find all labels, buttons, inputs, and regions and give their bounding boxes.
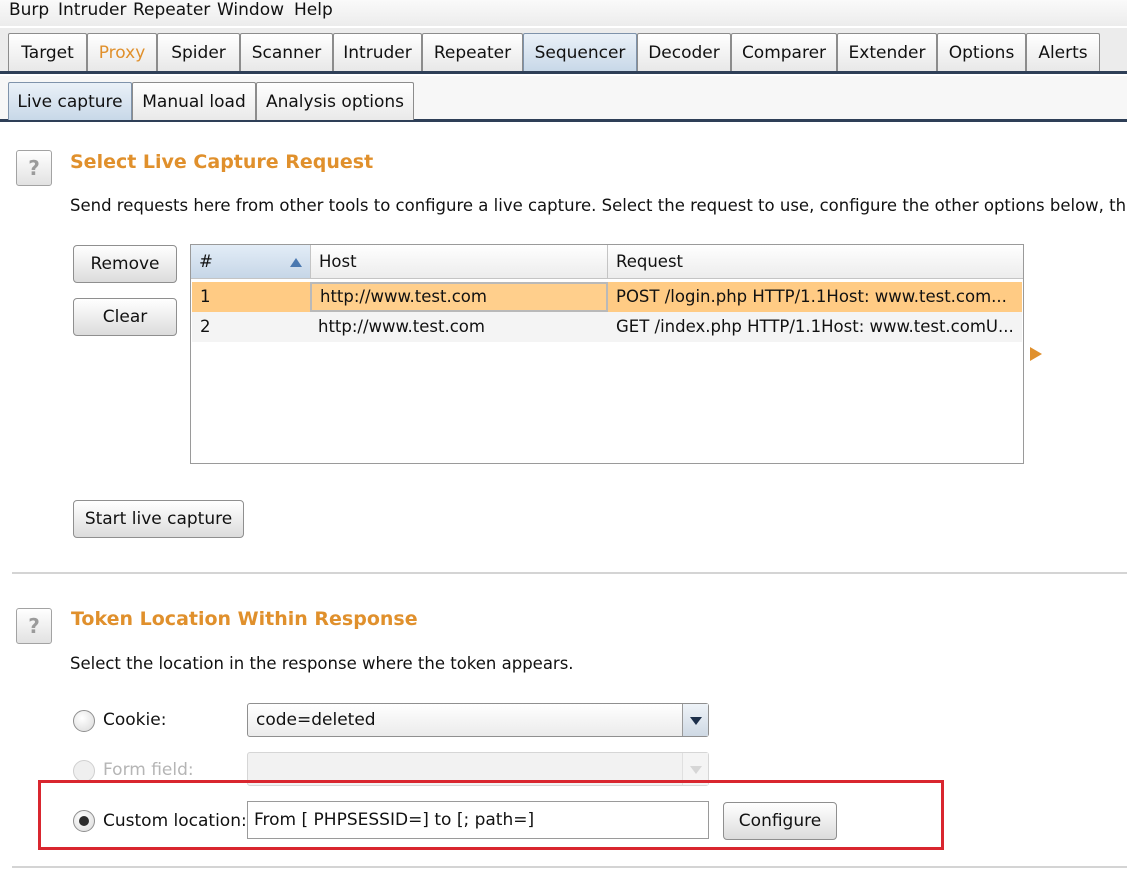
cookie-select[interactable]: code=deleted [247,703,709,737]
help-icon[interactable]: ? [16,150,52,186]
remove-button[interactable]: Remove [73,245,177,283]
cookie-label: Cookie: [103,710,167,730]
capture-section-title: Select Live Capture Request [70,151,374,173]
row-number: 1 [200,287,211,306]
clear-button[interactable]: Clear [73,298,177,336]
subtab-manual-load[interactable]: Manual load [132,82,256,120]
tab-comparer[interactable]: Comparer [731,33,837,71]
row-number: 2 [200,317,211,336]
row-request: POST /login.php HTTP/1.1Host: www.test.c… [616,287,1007,306]
section-divider [12,866,1127,868]
tab-scanner[interactable]: Scanner [240,33,333,71]
sub-tab-bar: Live capture Manual load Analysis option… [0,76,1127,122]
tab-decoder[interactable]: Decoder [637,33,731,71]
tab-repeater[interactable]: Repeater [422,33,523,71]
capture-description: Send requests here from other tools to c… [70,196,1127,215]
table-row[interactable]: 2 http://www.test.com GET /index.php HTT… [192,312,1022,342]
cookie-select-value: code=deleted [256,710,376,730]
menu-repeater[interactable]: Repeater [133,0,210,22]
menu-intruder[interactable]: Intruder [58,0,126,22]
menu-bar: Burp Intruder Repeater Window Help [0,0,1127,26]
tab-target[interactable]: Target [8,33,87,71]
main-tab-bar: Target Proxy Spider Scanner Intruder Rep… [0,28,1127,74]
custom-location-label: Custom location: [103,811,247,831]
subtab-live-capture[interactable]: Live capture [8,82,132,120]
expand-arrow-icon[interactable] [1030,347,1042,361]
column-header-number[interactable]: # [191,245,311,279]
menu-window[interactable]: Window [217,0,284,22]
tab-extender[interactable]: Extender [837,33,937,71]
menu-help[interactable]: Help [294,0,333,22]
custom-location-radio[interactable] [73,810,95,832]
tab-proxy[interactable]: Proxy [87,33,157,71]
table-row[interactable]: 1 http://www.test.com POST /login.php HT… [192,282,1022,312]
help-icon[interactable]: ? [16,608,52,644]
row-request: GET /index.php HTTP/1.1Host: www.test.co… [616,317,1014,336]
tab-alerts[interactable]: Alerts [1026,33,1100,71]
row-host: http://www.test.com [310,282,608,312]
column-header-host[interactable]: Host [311,245,608,279]
tab-intruder[interactable]: Intruder [333,33,422,71]
start-live-capture-button[interactable]: Start live capture [73,500,244,538]
custom-location-field[interactable]: From [ PHPSESSID=] to [; path=] [247,801,709,839]
token-section-title: Token Location Within Response [71,608,418,630]
configure-button[interactable]: Configure [723,802,837,840]
sort-ascending-icon [290,258,302,267]
token-description: Select the location in the response wher… [70,654,574,673]
request-table: # Host Request 1 http://www.test.com POS… [190,244,1024,464]
form-field-radio[interactable] [73,760,95,782]
menu-burp[interactable]: Burp [9,0,49,22]
column-header-number-label: # [199,252,213,271]
section-divider [12,572,1127,574]
tab-options[interactable]: Options [937,33,1026,71]
cookie-radio[interactable] [73,710,95,732]
row-host: http://www.test.com [318,317,485,336]
tab-sequencer[interactable]: Sequencer [523,33,637,71]
subtab-analysis-options[interactable]: Analysis options [256,82,414,120]
column-header-request[interactable]: Request [608,245,1023,279]
chevron-down-icon[interactable] [682,704,708,736]
form-field-label: Form field: [103,760,194,780]
tab-spider[interactable]: Spider [157,33,240,71]
